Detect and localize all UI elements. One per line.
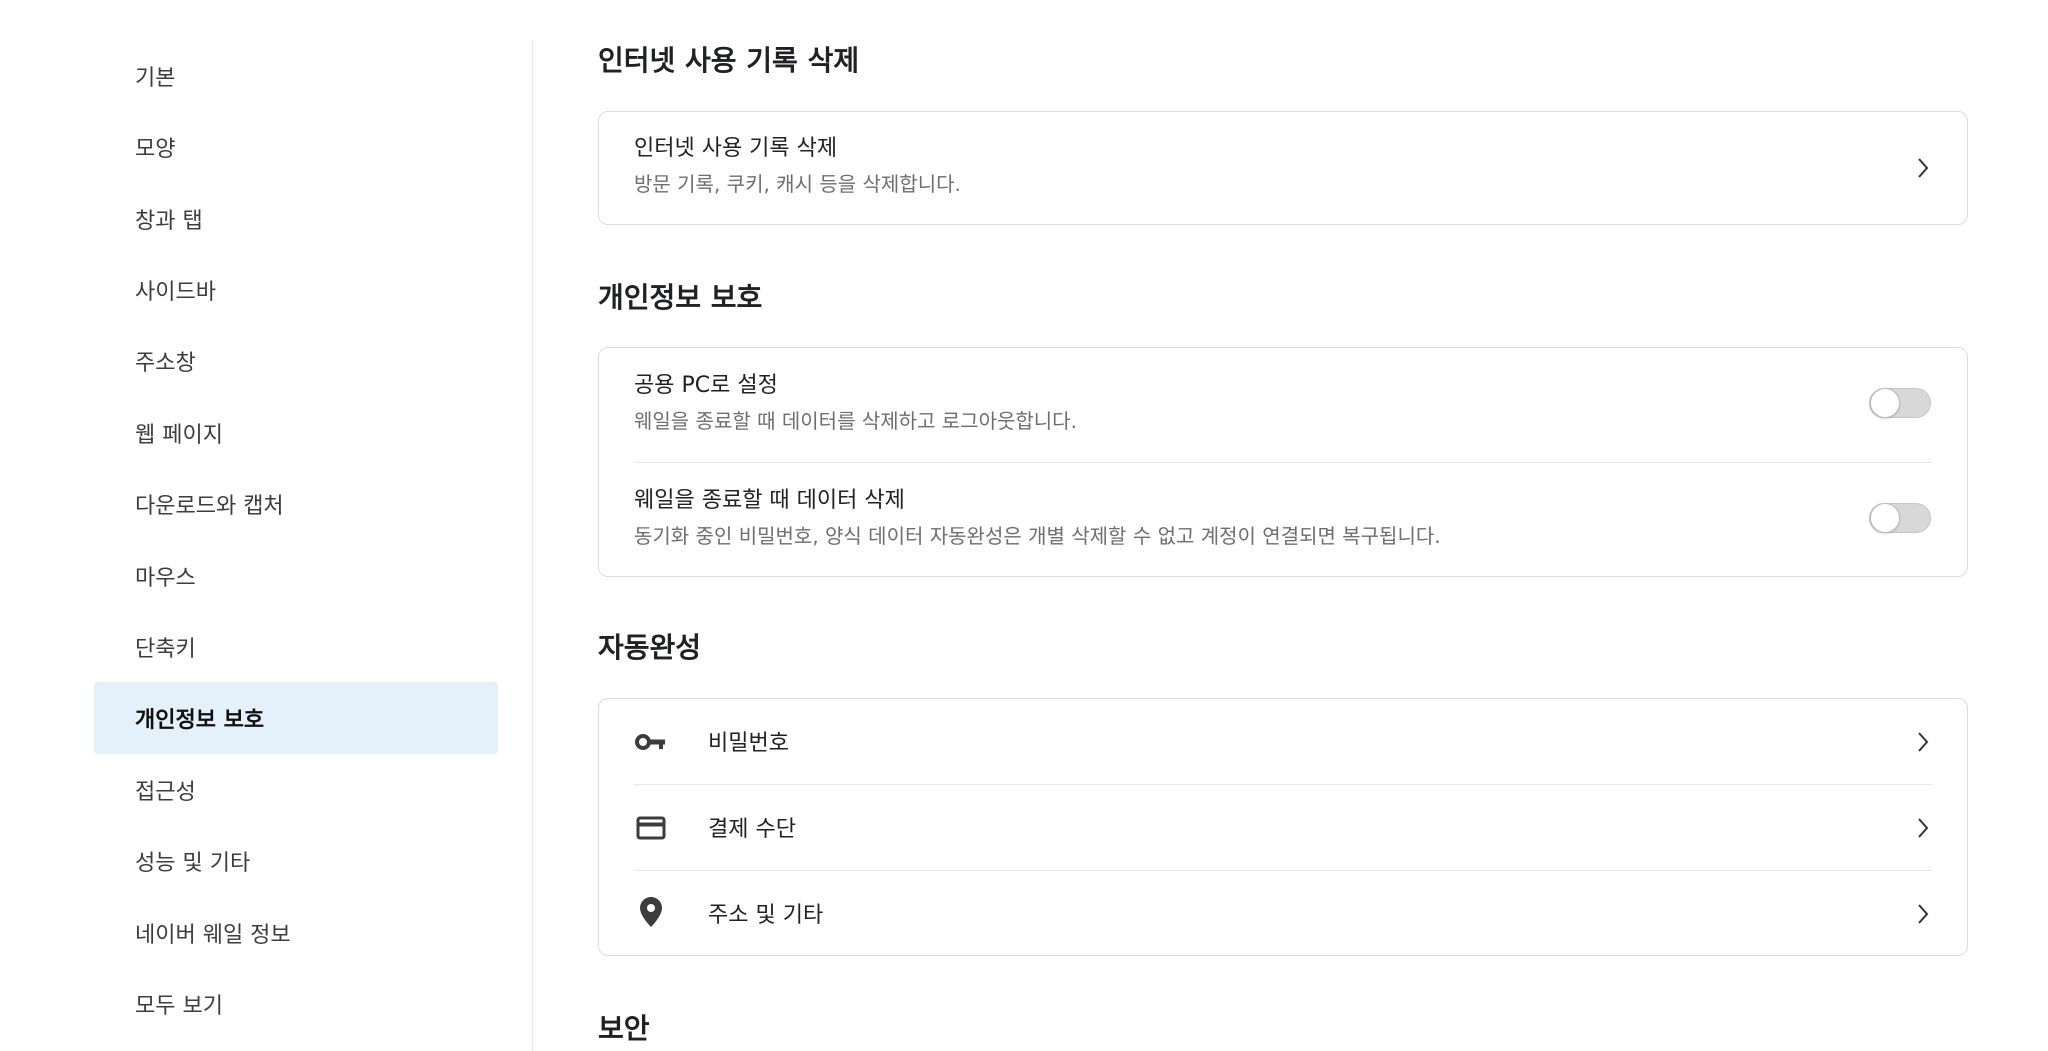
sidebar-item-web-page[interactable]: 웹 페이지 xyxy=(94,397,498,469)
delete-on-exit-row: 웨일을 종료할 때 데이터 삭제 동기화 중인 비밀번호, 양식 데이터 자동완… xyxy=(599,463,1967,577)
autofill-passwords-row[interactable]: 비밀번호 xyxy=(599,699,1967,785)
autofill-addresses-row[interactable]: 주소 및 기타 xyxy=(599,871,1967,957)
chevron-right-icon[interactable] xyxy=(1915,815,1931,841)
autofill-payment-row[interactable]: 결제 수단 xyxy=(599,785,1967,871)
section-title-autofill: 자동완성 xyxy=(598,631,702,664)
sidebar-item-sidebar[interactable]: 사이드바 xyxy=(94,254,498,326)
public-pc-title: 공용 PC로 설정 xyxy=(634,373,778,398)
settings-sidebar: 기본 모양 창과 탭 사이드바 주소창 웹 페이지 다운로드와 캡처 마우스 단… xyxy=(0,0,532,1051)
key-icon xyxy=(635,726,667,758)
sidebar-item-view-all[interactable]: 모두 보기 xyxy=(94,968,498,1040)
privacy-card: 공용 PC로 설정 웨일을 종료할 때 데이터를 삭제하고 로그아웃합니다. 웨… xyxy=(598,347,1968,577)
delete-on-exit-toggle[interactable] xyxy=(1869,503,1931,533)
sidebar-item-accessibility[interactable]: 접근성 xyxy=(94,754,498,826)
autofill-addresses-label: 주소 및 기타 xyxy=(708,903,824,928)
chevron-right-icon[interactable] xyxy=(1915,729,1931,755)
sidebar-item-basic[interactable]: 기본 xyxy=(94,40,498,112)
section-title-privacy: 개인정보 보호 xyxy=(598,281,763,314)
settings-main: 인터넷 사용 기록 삭제 인터넷 사용 기록 삭제 방문 기록, 쿠키, 캐시 … xyxy=(598,0,1968,1051)
clear-history-desc: 방문 기록, 쿠키, 캐시 등을 삭제합니다. xyxy=(634,172,961,197)
sidebar-item-download-capture[interactable]: 다운로드와 캡처 xyxy=(94,468,498,540)
sidebar-item-privacy[interactable]: 개인정보 보호 xyxy=(94,682,498,754)
sidebar-item-shortcuts[interactable]: 단축키 xyxy=(94,611,498,683)
location-pin-icon xyxy=(635,896,667,928)
chevron-right-icon[interactable] xyxy=(1915,155,1931,181)
section-title-clear-history: 인터넷 사용 기록 삭제 xyxy=(598,44,860,77)
sidebar-divider xyxy=(532,40,533,1051)
sidebar-item-appearance[interactable]: 모양 xyxy=(94,111,498,183)
sidebar-item-windows-tabs[interactable]: 창과 탭 xyxy=(94,183,498,255)
clear-history-card[interactable]: 인터넷 사용 기록 삭제 방문 기록, 쿠키, 캐시 등을 삭제합니다. xyxy=(598,111,1968,225)
sidebar-item-performance[interactable]: 성능 및 기타 xyxy=(94,825,498,897)
chevron-right-icon[interactable] xyxy=(1915,901,1931,927)
toggle-knob xyxy=(1870,503,1900,533)
section-title-security: 보안 xyxy=(598,1012,650,1045)
delete-on-exit-desc: 동기화 중인 비밀번호, 양식 데이터 자동완성은 개별 삭제할 수 없고 계정… xyxy=(634,524,1441,549)
sidebar-item-mouse[interactable]: 마우스 xyxy=(94,540,498,612)
autofill-passwords-label: 비밀번호 xyxy=(708,731,789,756)
autofill-payment-label: 결제 수단 xyxy=(708,817,796,842)
clear-history-title: 인터넷 사용 기록 삭제 xyxy=(634,136,838,161)
public-pc-toggle[interactable] xyxy=(1869,388,1931,418)
toggle-knob xyxy=(1870,388,1900,418)
autofill-card: 비밀번호 결제 수단 주소 및 기타 xyxy=(598,698,1968,956)
public-pc-desc: 웨일을 종료할 때 데이터를 삭제하고 로그아웃합니다. xyxy=(634,409,1077,434)
credit-card-icon xyxy=(635,812,667,844)
public-pc-row: 공용 PC로 설정 웨일을 종료할 때 데이터를 삭제하고 로그아웃합니다. xyxy=(599,348,1967,462)
sidebar-item-address-bar[interactable]: 주소창 xyxy=(94,325,498,397)
delete-on-exit-title: 웨일을 종료할 때 데이터 삭제 xyxy=(634,488,905,513)
sidebar-item-about-whale[interactable]: 네이버 웨일 정보 xyxy=(94,897,498,969)
